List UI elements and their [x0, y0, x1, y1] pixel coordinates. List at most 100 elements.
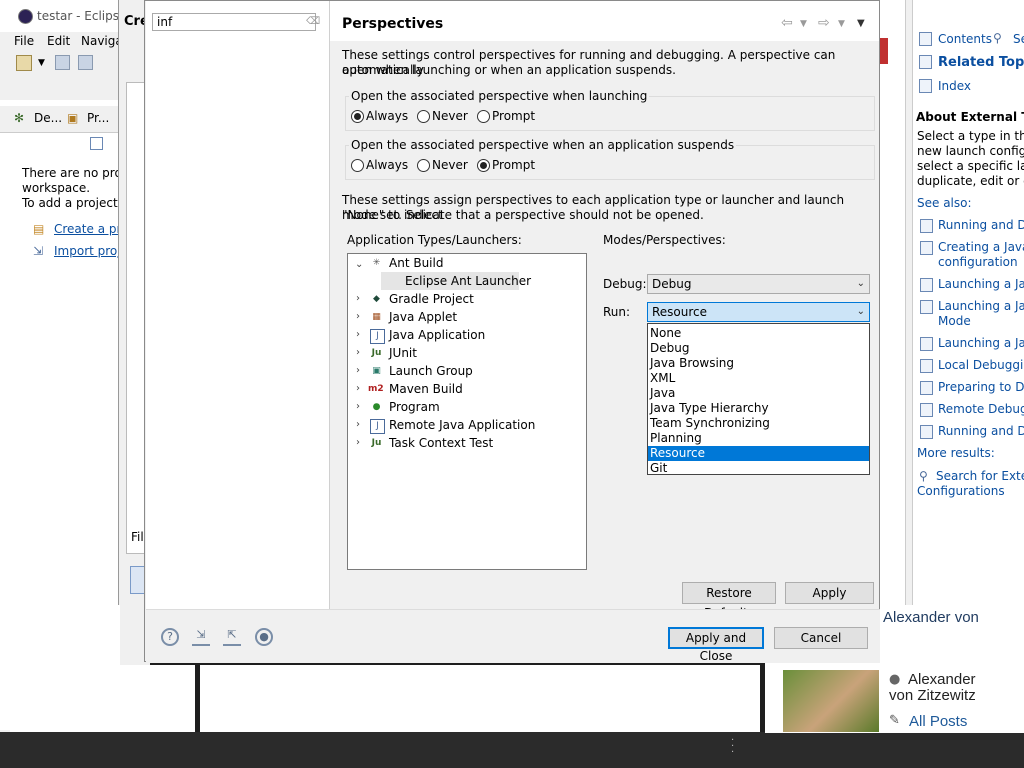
launch-never-radio[interactable] — [417, 110, 430, 123]
tab-debug[interactable]: De... — [34, 111, 62, 125]
collapsed-twisty-icon[interactable]: › — [356, 329, 360, 340]
collapsed-twisty-icon[interactable]: › — [356, 401, 360, 412]
tree-item-eclipse-ant-launcher[interactable]: Eclipse Ant Launcher — [405, 274, 531, 288]
help-contents-link[interactable]: Contents — [938, 32, 992, 46]
restore-defaults-button[interactable]: Restore Defaults — [682, 582, 776, 620]
suspend-never-label[interactable]: Never — [432, 158, 468, 172]
tab-project[interactable]: Pr... — [87, 111, 109, 125]
collapsed-twisty-icon[interactable]: › — [356, 293, 360, 304]
author-photo — [783, 670, 879, 732]
collapsed-twisty-icon[interactable]: › — [356, 365, 360, 376]
remote-java-icon: J — [370, 419, 385, 434]
tree-item-maven-build[interactable]: Maven Build — [389, 382, 463, 396]
export-prefs-icon[interactable]: ⇱ — [223, 628, 241, 646]
help-topic-link-cont[interactable]: Mode — [938, 314, 971, 328]
tree-item-task-context-test[interactable]: Task Context Test — [389, 436, 493, 450]
help-topic-link[interactable]: Remote Debugg — [938, 402, 1024, 416]
help-topic-link[interactable]: Running and De — [938, 424, 1024, 438]
chevron-down-icon[interactable]: ▼ — [38, 58, 45, 68]
help-topic-link-cont[interactable]: configuration — [938, 255, 1018, 269]
menu-file[interactable]: File — [14, 34, 34, 48]
collapsed-twisty-icon[interactable]: › — [356, 419, 360, 430]
tree-item-remote-java-application[interactable]: Remote Java Application — [389, 418, 535, 432]
help-topic-link[interactable]: Creating a Java a — [938, 240, 1024, 254]
launch-always-radio[interactable] — [351, 110, 364, 123]
tree-item-java-application[interactable]: Java Application — [389, 328, 485, 342]
run-perspective-dropdown[interactable]: None Debug Java Browsing XML Java Java T… — [647, 323, 870, 475]
suspend-group-label: Open the associated perspective when an … — [349, 138, 737, 152]
launch-prompt-label[interactable]: Prompt — [492, 109, 535, 123]
ant-icon: ✳ — [372, 258, 381, 268]
help-topic-link[interactable]: Preparing to Deb — [938, 380, 1024, 394]
dropdown-option[interactable]: Git — [648, 461, 869, 476]
user-icon: ● — [889, 672, 901, 687]
filter-input[interactable] — [152, 13, 316, 31]
tree-item-program[interactable]: Program — [389, 400, 440, 414]
help-topic-link[interactable]: Launching a Java — [938, 277, 1024, 291]
forward-menu-icon[interactable]: ▼ — [838, 19, 845, 29]
help-index-link[interactable]: Index — [938, 79, 971, 93]
help-topic-link[interactable]: Launching a Java — [938, 299, 1024, 313]
help-topic-link[interactable]: Running and De — [938, 218, 1024, 232]
help-search-link[interactable]: Se — [1013, 32, 1024, 46]
tree-item-ant-build[interactable]: Ant Build — [389, 256, 443, 270]
search-external-link[interactable]: Search for Extern — [936, 469, 1024, 483]
debug-view-icon[interactable]: ✻ — [14, 111, 24, 125]
tree-item-java-applet[interactable]: Java Applet — [389, 310, 457, 324]
tree-item-launch-group[interactable]: Launch Group — [389, 364, 473, 378]
search-icon[interactable]: ⚲ — [993, 31, 1002, 45]
forward-icon[interactable]: ⇨ — [818, 15, 830, 31]
apply-and-close-button[interactable]: Apply and Close — [668, 627, 764, 663]
help-icon[interactable]: ? — [161, 628, 179, 646]
java-app-icon: J — [370, 329, 385, 344]
collapsed-twisty-icon[interactable]: › — [356, 383, 360, 394]
suspend-prompt-radio[interactable] — [477, 159, 490, 172]
expand-twisty-icon[interactable]: ⌄ — [355, 259, 363, 270]
suspend-always-label[interactable]: Always — [366, 158, 408, 172]
dropdown-option-selected[interactable]: Resource — [648, 446, 869, 461]
back-menu-icon[interactable]: ▼ — [800, 19, 807, 29]
suspend-prompt-label[interactable]: Prompt — [492, 158, 535, 172]
dropdown-option[interactable]: None — [648, 326, 869, 341]
launch-never-label[interactable]: Never — [432, 109, 468, 123]
save-icon[interactable] — [55, 55, 70, 70]
record-icon[interactable]: ● — [255, 628, 273, 646]
dropdown-option[interactable]: Planning — [648, 431, 869, 446]
launch-prompt-radio[interactable] — [477, 110, 490, 123]
import-project-link[interactable]: Import proje — [54, 244, 128, 258]
tree-item-gradle-project[interactable]: Gradle Project — [389, 292, 474, 306]
back-icon[interactable]: ⇦ — [781, 15, 793, 31]
launch-always-label[interactable]: Always — [366, 109, 408, 123]
clear-filter-icon[interactable]: ⌫ — [306, 16, 320, 27]
save-all-icon[interactable] — [78, 55, 93, 70]
apply-button[interactable]: Apply — [785, 582, 874, 604]
debug-perspective-combo[interactable]: Debug ⌄ — [647, 274, 870, 294]
all-posts-link[interactable]: All Posts — [909, 713, 967, 730]
collapsed-twisty-icon[interactable]: › — [356, 437, 360, 448]
search-external-link-cont[interactable]: Configurations — [917, 484, 1005, 498]
suspend-always-radio[interactable] — [351, 159, 364, 172]
collapse-all-icon[interactable] — [90, 137, 103, 150]
sash[interactable] — [905, 0, 913, 605]
dropdown-option[interactable]: XML — [648, 371, 869, 386]
help-topic-link[interactable]: Local Debugging — [938, 358, 1024, 372]
tree-item-junit[interactable]: JUnit — [389, 346, 417, 360]
cancel-button[interactable]: Cancel — [774, 627, 868, 649]
resize-grip-icon[interactable]: · · · — [731, 736, 734, 758]
suspend-never-radio[interactable] — [417, 159, 430, 172]
dropdown-option[interactable]: Java Browsing — [648, 356, 869, 371]
new-wizard-icon[interactable] — [16, 55, 32, 71]
menu-edit[interactable]: Edit — [47, 34, 70, 48]
run-perspective-combo[interactable]: Resource ⌄ — [647, 302, 870, 322]
help-topic-link[interactable]: Launching a Java — [938, 336, 1024, 350]
view-menu-icon[interactable]: ▼ — [857, 18, 865, 29]
folder-icon[interactable]: ▣ — [67, 111, 78, 125]
dropdown-option[interactable]: Java Type Hierarchy — [648, 401, 869, 416]
import-prefs-icon[interactable]: ⇲ — [192, 628, 210, 646]
dropdown-option[interactable]: Java — [648, 386, 869, 401]
dropdown-option[interactable]: Debug — [648, 341, 869, 356]
collapsed-twisty-icon[interactable]: › — [356, 311, 360, 322]
collapsed-twisty-icon[interactable]: › — [356, 347, 360, 358]
related-topics-tab[interactable]: Related Topics — [938, 55, 1024, 70]
dropdown-option[interactable]: Team Synchronizing — [648, 416, 869, 431]
